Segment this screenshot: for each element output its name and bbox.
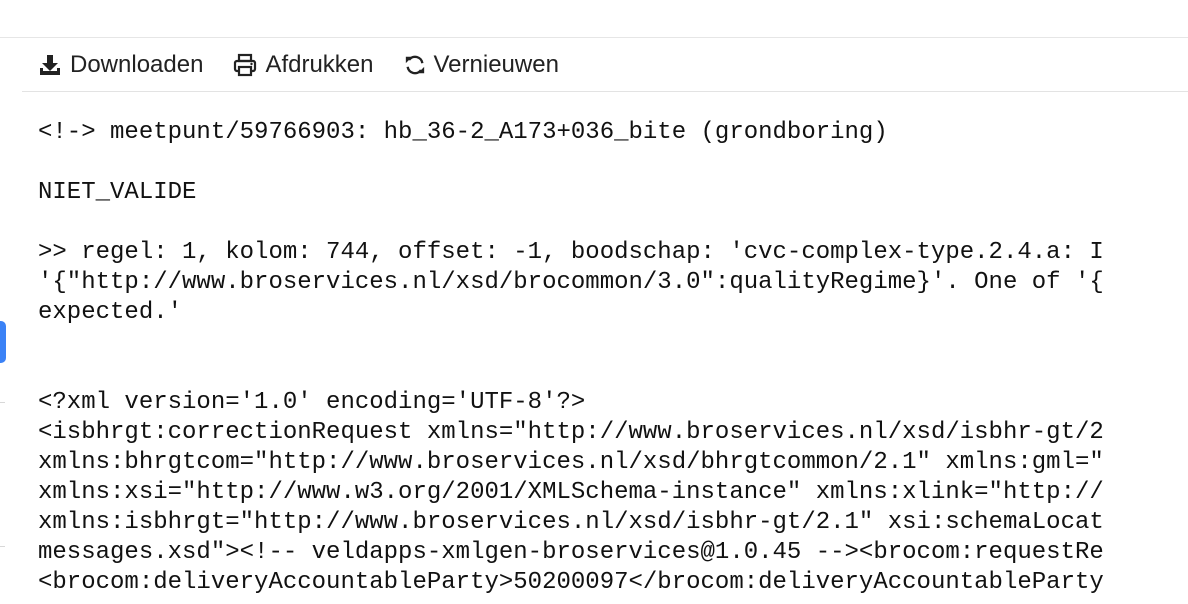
refresh-icon (404, 54, 426, 76)
error-message-line: expected.' (38, 299, 183, 326)
print-icon (233, 53, 257, 77)
refresh-label: Vernieuwen (433, 51, 559, 78)
validation-status: NIET_VALIDE (38, 179, 197, 206)
download-button[interactable]: Downloaden (38, 51, 203, 79)
xml-line: messages.xsd"><!-- veldapps-xmlgen-brose… (38, 539, 1104, 566)
xml-line: <brocom:deliveryAccountableParty>5020009… (38, 569, 1104, 596)
xml-line: xmlns:xsi="http://www.w3.org/2001/XMLSch… (38, 479, 1104, 506)
download-label: Downloaden (70, 51, 204, 78)
top-divider (0, 37, 1188, 38)
xml-line: <isbhrgt:correctionRequest xmlns="http:/… (38, 419, 1104, 446)
error-message-line: '{"http://www.broservices.nl/xsd/brocomm… (38, 269, 1104, 296)
left-divider (0, 546, 5, 547)
xml-line: <?xml version='1.0' encoding='UTF-8'?> (38, 389, 586, 416)
validation-output: <!-> meetpunt/59766903: hb_36-2_A173+036… (38, 118, 1188, 604)
print-button[interactable]: Afdrukken (233, 51, 374, 79)
refresh-button[interactable]: Vernieuwen (404, 51, 559, 79)
download-icon (38, 53, 62, 77)
error-message-line: >> regel: 1, kolom: 744, offset: -1, boo… (38, 239, 1104, 266)
print-label: Afdrukken (265, 51, 374, 78)
left-divider (0, 402, 5, 403)
toolbar: Downloaden Afdrukken Vernieuwen (38, 48, 559, 82)
toolbar-divider (22, 91, 1188, 92)
output-header: <!-> meetpunt/59766903: hb_36-2_A173+036… (38, 119, 888, 146)
xml-line: xmlns:isbhrgt="http://www.broservices.nl… (38, 509, 1104, 536)
side-panel-handle[interactable] (0, 321, 6, 363)
xml-line: xmlns:bhrgtcom="http://www.broservices.n… (38, 449, 1104, 476)
